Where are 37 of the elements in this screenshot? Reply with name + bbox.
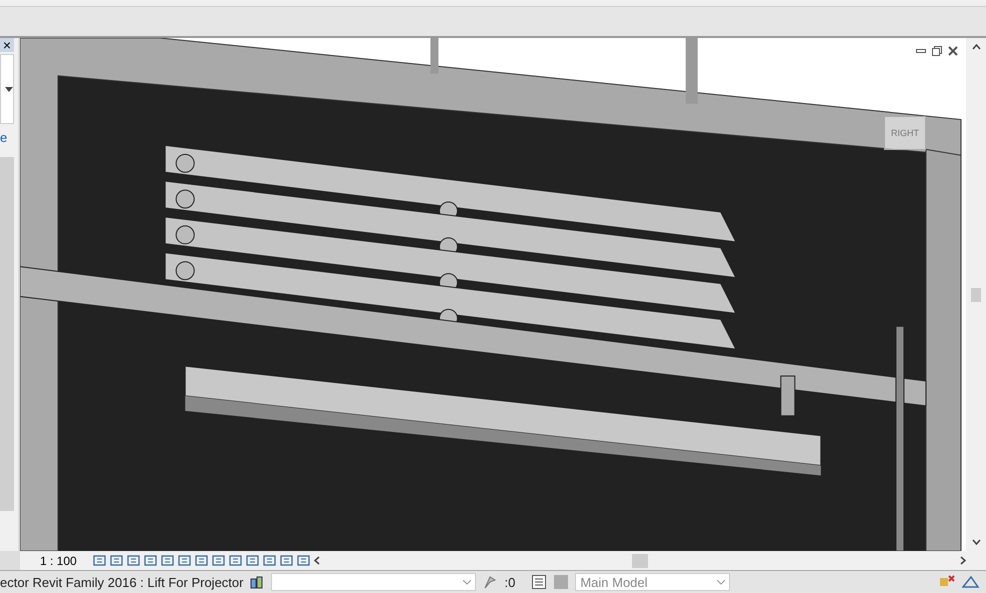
vertical-scrollbar[interactable] bbox=[966, 38, 986, 551]
view-control-icon[interactable] bbox=[127, 554, 141, 567]
scroll-thumb[interactable] bbox=[971, 288, 981, 302]
editing-requests-count: :0 bbox=[504, 574, 516, 590]
view-control-icon[interactable] bbox=[280, 554, 294, 567]
view-control-icon[interactable] bbox=[195, 554, 209, 567]
family-editor-icon[interactable] bbox=[249, 574, 266, 590]
vertical-scrollbar[interactable] bbox=[0, 157, 14, 511]
restore-icon[interactable] bbox=[932, 46, 942, 56]
workset-dropdown[interactable]: Main Model bbox=[575, 573, 730, 591]
scroll-up-icon[interactable] bbox=[972, 44, 980, 50]
status-message: ector Revit Family 2016 : Lift For Projector bbox=[0, 574, 244, 590]
view-control-icon[interactable] bbox=[161, 554, 175, 567]
view-control-icon[interactable] bbox=[178, 554, 192, 567]
caret-icon bbox=[463, 580, 472, 584]
panel-label: e bbox=[0, 130, 8, 145]
view-control-icon[interactable] bbox=[297, 554, 311, 567]
scroll-left-icon[interactable] bbox=[314, 556, 320, 565]
view-control-icon[interactable] bbox=[229, 554, 243, 567]
view-control-icon[interactable] bbox=[110, 554, 124, 567]
minimize-icon[interactable] bbox=[916, 49, 926, 53]
scroll-right-icon[interactable] bbox=[960, 556, 966, 565]
view-control-icon[interactable] bbox=[212, 554, 226, 567]
view-control-icon[interactable] bbox=[263, 554, 277, 567]
editing-requests-icon[interactable] bbox=[482, 574, 498, 590]
view-scale[interactable]: 1 : 100 bbox=[40, 554, 90, 568]
caret-icon bbox=[5, 86, 13, 92]
view-control-icon[interactable] bbox=[93, 554, 107, 567]
close-button[interactable]: × bbox=[0, 38, 14, 52]
caret-icon bbox=[717, 580, 726, 584]
scroll-thumb[interactable] bbox=[632, 554, 648, 568]
type-selector-dropdown[interactable] bbox=[0, 54, 14, 124]
view-control-icon[interactable] bbox=[144, 554, 158, 567]
worksets-icon[interactable] bbox=[531, 574, 548, 590]
scroll-down-icon[interactable] bbox=[972, 539, 980, 545]
close-icon[interactable] bbox=[948, 46, 958, 56]
view-control-icon[interactable] bbox=[246, 554, 260, 567]
